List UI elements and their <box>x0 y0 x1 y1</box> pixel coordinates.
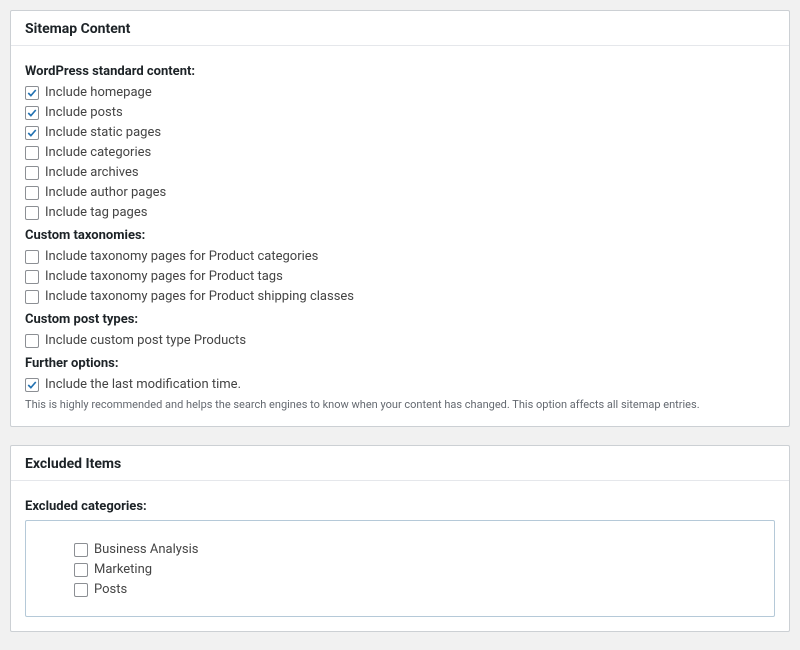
label-custom-post-products: Include custom post type Products <box>45 333 246 348</box>
option-include-homepage: Include homepage <box>25 85 775 100</box>
panel-title-excluded-items: Excluded Items <box>11 446 789 481</box>
label-exclude-marketing: Marketing <box>94 562 152 577</box>
checkbox-taxonomy-product-categories[interactable] <box>25 250 39 264</box>
group-title-custom-post-types: Custom post types: <box>25 312 775 327</box>
label-taxonomy-product-tags: Include taxonomy pages for Product tags <box>45 269 283 284</box>
label-last-modification-time: Include the last modification time. <box>45 377 241 392</box>
option-custom-post-products: Include custom post type Products <box>25 333 775 348</box>
checkbox-include-static-pages[interactable] <box>25 126 39 140</box>
option-include-categories: Include categories <box>25 145 775 160</box>
option-include-author-pages: Include author pages <box>25 185 775 200</box>
label-include-homepage: Include homepage <box>45 85 152 100</box>
panel-excluded-items: Excluded Items Excluded categories: Busi… <box>10 445 790 632</box>
option-taxonomy-product-shipping: Include taxonomy pages for Product shipp… <box>25 289 775 304</box>
checkbox-include-homepage[interactable] <box>25 86 39 100</box>
panel-title-sitemap-content: Sitemap Content <box>11 11 789 46</box>
label-include-posts: Include posts <box>45 105 123 120</box>
option-include-tag-pages: Include tag pages <box>25 205 775 220</box>
group-title-further-options: Further options: <box>25 356 775 371</box>
label-include-archives: Include archives <box>45 165 139 180</box>
option-last-modification-time: Include the last modification time. <box>25 377 775 392</box>
label-exclude-business-analysis: Business Analysis <box>94 542 198 557</box>
checkbox-include-categories[interactable] <box>25 146 39 160</box>
label-exclude-posts: Posts <box>94 582 127 597</box>
option-include-posts: Include posts <box>25 105 775 120</box>
label-taxonomy-product-shipping: Include taxonomy pages for Product shipp… <box>45 289 354 304</box>
label-taxonomy-product-categories: Include taxonomy pages for Product categ… <box>45 249 318 264</box>
group-title-wp-standard: WordPress standard content: <box>25 64 775 79</box>
group-title-custom-taxonomies: Custom taxonomies: <box>25 228 775 243</box>
label-include-static-pages: Include static pages <box>45 125 161 140</box>
option-include-archives: Include archives <box>25 165 775 180</box>
panel-sitemap-content: Sitemap Content WordPress standard conte… <box>10 10 790 427</box>
label-include-tag-pages: Include tag pages <box>45 205 147 220</box>
checkbox-exclude-marketing[interactable] <box>74 563 88 577</box>
label-include-author-pages: Include author pages <box>45 185 166 200</box>
option-exclude-marketing: Marketing <box>74 562 760 577</box>
option-exclude-posts: Posts <box>74 582 760 597</box>
checkbox-include-tag-pages[interactable] <box>25 206 39 220</box>
checkbox-taxonomy-product-tags[interactable] <box>25 270 39 284</box>
option-taxonomy-product-categories: Include taxonomy pages for Product categ… <box>25 249 775 264</box>
excluded-categories-box: Business Analysis Marketing Posts <box>25 520 775 617</box>
checkbox-exclude-business-analysis[interactable] <box>74 543 88 557</box>
checkbox-include-author-pages[interactable] <box>25 186 39 200</box>
checkbox-include-archives[interactable] <box>25 166 39 180</box>
helper-last-modification-time: This is highly recommended and helps the… <box>25 397 775 412</box>
checkbox-exclude-posts[interactable] <box>74 583 88 597</box>
label-include-categories: Include categories <box>45 145 151 160</box>
checkbox-custom-post-products[interactable] <box>25 334 39 348</box>
checkbox-last-modification-time[interactable] <box>25 378 39 392</box>
option-taxonomy-product-tags: Include taxonomy pages for Product tags <box>25 269 775 284</box>
option-include-static-pages: Include static pages <box>25 125 775 140</box>
group-title-excluded-categories: Excluded categories: <box>25 499 775 514</box>
checkbox-include-posts[interactable] <box>25 106 39 120</box>
checkbox-taxonomy-product-shipping[interactable] <box>25 290 39 304</box>
option-exclude-business-analysis: Business Analysis <box>74 542 760 557</box>
